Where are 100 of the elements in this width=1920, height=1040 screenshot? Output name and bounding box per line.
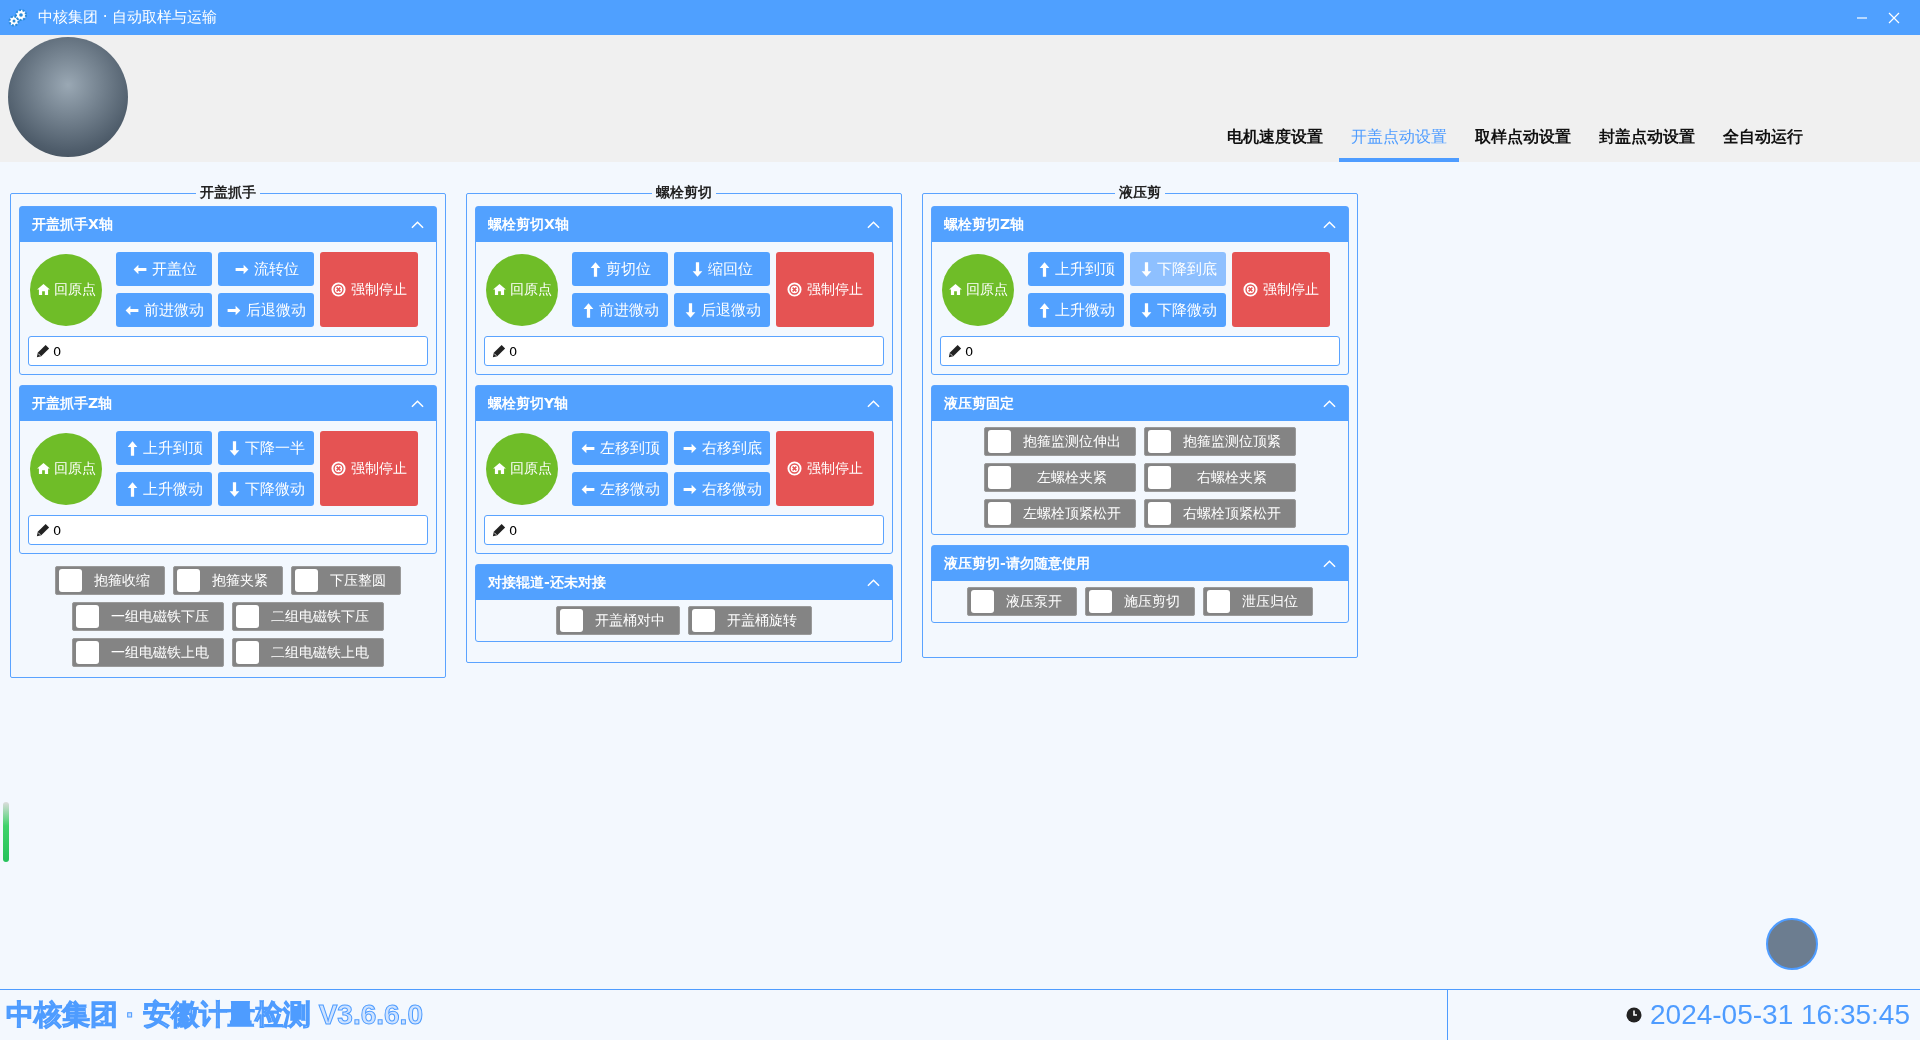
section-header[interactable]: 对接辊道-还未对接 [476,565,892,600]
move-button[interactable]: 后退微动 [674,293,770,327]
toggle-button[interactable]: 右螺栓夹紧 [1144,463,1296,492]
home-button[interactable]: 回原点 [30,432,102,505]
move-button[interactable]: 上升微动 [116,472,212,506]
tab[interactable]: 取样点动设置 [1463,119,1583,162]
checkbox[interactable] [692,609,715,632]
chevron-icon[interactable] [1323,220,1336,229]
home-button[interactable]: 回原点 [942,253,1014,326]
section-header[interactable]: 开盖抓手X轴 [20,207,436,242]
chevron-icon[interactable] [867,578,880,587]
stop-button[interactable]: 强制停止 [320,252,418,327]
value-field[interactable]: 0 [484,515,884,545]
move-button[interactable]: 下降一半 [218,431,314,465]
toggle-button[interactable]: 一组电磁铁下压 [72,602,224,631]
move-button[interactable]: 剪切位 [572,252,668,286]
house-icon [492,284,506,295]
checkbox[interactable] [1148,502,1171,525]
stop-button[interactable]: 强制停止 [320,431,418,506]
toggle-button[interactable]: 抱箍夹紧 [173,566,283,595]
section-header[interactable]: 螺栓剪切Y轴 [476,386,892,421]
toggle-button[interactable]: 左螺栓夹紧 [984,463,1136,492]
section-header[interactable]: 螺栓剪切Z轴 [932,207,1348,242]
move-button[interactable]: 开盖位 [116,252,212,286]
move-button[interactable]: 右移微动 [674,472,770,506]
checkbox[interactable] [1089,590,1112,613]
home-button[interactable]: 回原点 [486,432,558,505]
move-button[interactable]: 左移微动 [572,472,668,506]
checkbox[interactable] [1207,590,1230,613]
toggle-button[interactable]: 抱箍监测位伸出 [984,427,1136,456]
chevron-icon[interactable] [867,220,880,229]
move-button[interactable]: 后退微动 [218,293,314,327]
chevron-icon[interactable] [1323,399,1336,408]
checkbox[interactable] [971,590,994,613]
move-button[interactable]: 缩回位 [674,252,770,286]
value-field[interactable]: 0 [28,336,428,366]
toggle-button[interactable]: 二组电磁铁上电 [232,638,384,667]
move-button[interactable]: 上升到顶 [1028,252,1124,286]
move-button[interactable]: 上升到顶 [116,431,212,465]
toggle-button[interactable]: 二组电磁铁下压 [232,602,384,631]
checkbox[interactable] [1148,430,1171,453]
toggle-button[interactable]: 抱箍收缩 [55,566,165,595]
move-button[interactable]: 前进微动 [116,293,212,327]
toggle-button[interactable]: 泄压归位 [1203,587,1313,616]
toggle-button[interactable]: 右螺栓顶紧松开 [1144,499,1296,528]
checkbox[interactable] [76,641,99,664]
toggle-button[interactable]: 开盖桶对中 [556,606,680,635]
stop-button[interactable]: 强制停止 [776,431,874,506]
move-button[interactable]: 上升微动 [1028,293,1124,327]
home-button[interactable]: 回原点 [30,253,102,326]
checkbox[interactable] [1148,466,1171,489]
toggle-button[interactable]: 液压泵开 [967,587,1077,616]
tab[interactable]: 电机速度设置 [1215,119,1335,162]
section-header[interactable]: 开盖抓手Z轴 [20,386,436,421]
toggle-button[interactable]: 下压整圆 [291,566,401,595]
chevron-icon[interactable] [1323,559,1336,568]
avatar-placeholder[interactable] [1766,918,1818,970]
stop-button[interactable]: 强制停止 [1232,252,1330,327]
toggle-button[interactable]: 一组电磁铁上电 [72,638,224,667]
move-button[interactable]: 右移到底 [674,431,770,465]
arrow-up-icon [581,301,595,319]
tab[interactable]: 封盖点动设置 [1587,119,1707,162]
toggle-button[interactable]: 施压剪切 [1085,587,1195,616]
value-field[interactable]: 0 [940,336,1340,366]
section-header[interactable]: 螺栓剪切X轴 [476,207,892,242]
checkbox[interactable] [988,466,1011,489]
window-title: 中核集团 · 自动取样与运输 [38,8,218,27]
checkbox[interactable] [236,605,259,628]
move-button[interactable]: 左移到顶 [572,431,668,465]
date-time: 2024-05-31 16:35:45 [1650,999,1910,1031]
move-button[interactable]: 下降微动 [1130,293,1226,327]
stop-button[interactable]: 强制停止 [776,252,874,327]
checkbox[interactable] [295,569,318,592]
chevron-icon[interactable] [411,220,424,229]
section-header[interactable]: 液压剪固定 [932,386,1348,421]
checkbox[interactable] [236,641,259,664]
checkbox[interactable] [177,569,200,592]
chevron-icon[interactable] [867,399,880,408]
stop-circle-icon [1243,282,1258,297]
close-icon[interactable] [1888,11,1900,24]
arrow-up-icon [125,480,139,498]
tab[interactable]: 开盖点动设置 [1339,119,1459,162]
checkbox[interactable] [988,430,1011,453]
tab[interactable]: 全自动运行 [1711,119,1815,162]
move-button[interactable]: 前进微动 [572,293,668,327]
toggle-button[interactable]: 开盖桶旋转 [688,606,812,635]
section-header[interactable]: 液压剪切-请勿随意使用 [932,546,1348,581]
checkbox[interactable] [76,605,99,628]
toggle-button[interactable]: 抱箍监测位顶紧 [1144,427,1296,456]
move-button[interactable]: 流转位 [218,252,314,286]
value-field[interactable]: 0 [28,515,428,545]
toggle-button[interactable]: 左螺栓顶紧松开 [984,499,1136,528]
checkbox[interactable] [988,502,1011,525]
home-button[interactable]: 回原点 [486,253,558,326]
chevron-icon[interactable] [411,399,424,408]
arrow-down-icon [227,480,241,498]
checkbox[interactable] [59,569,82,592]
value-field[interactable]: 0 [484,336,884,366]
checkbox[interactable] [560,609,583,632]
move-button[interactable]: 下降微动 [218,472,314,506]
